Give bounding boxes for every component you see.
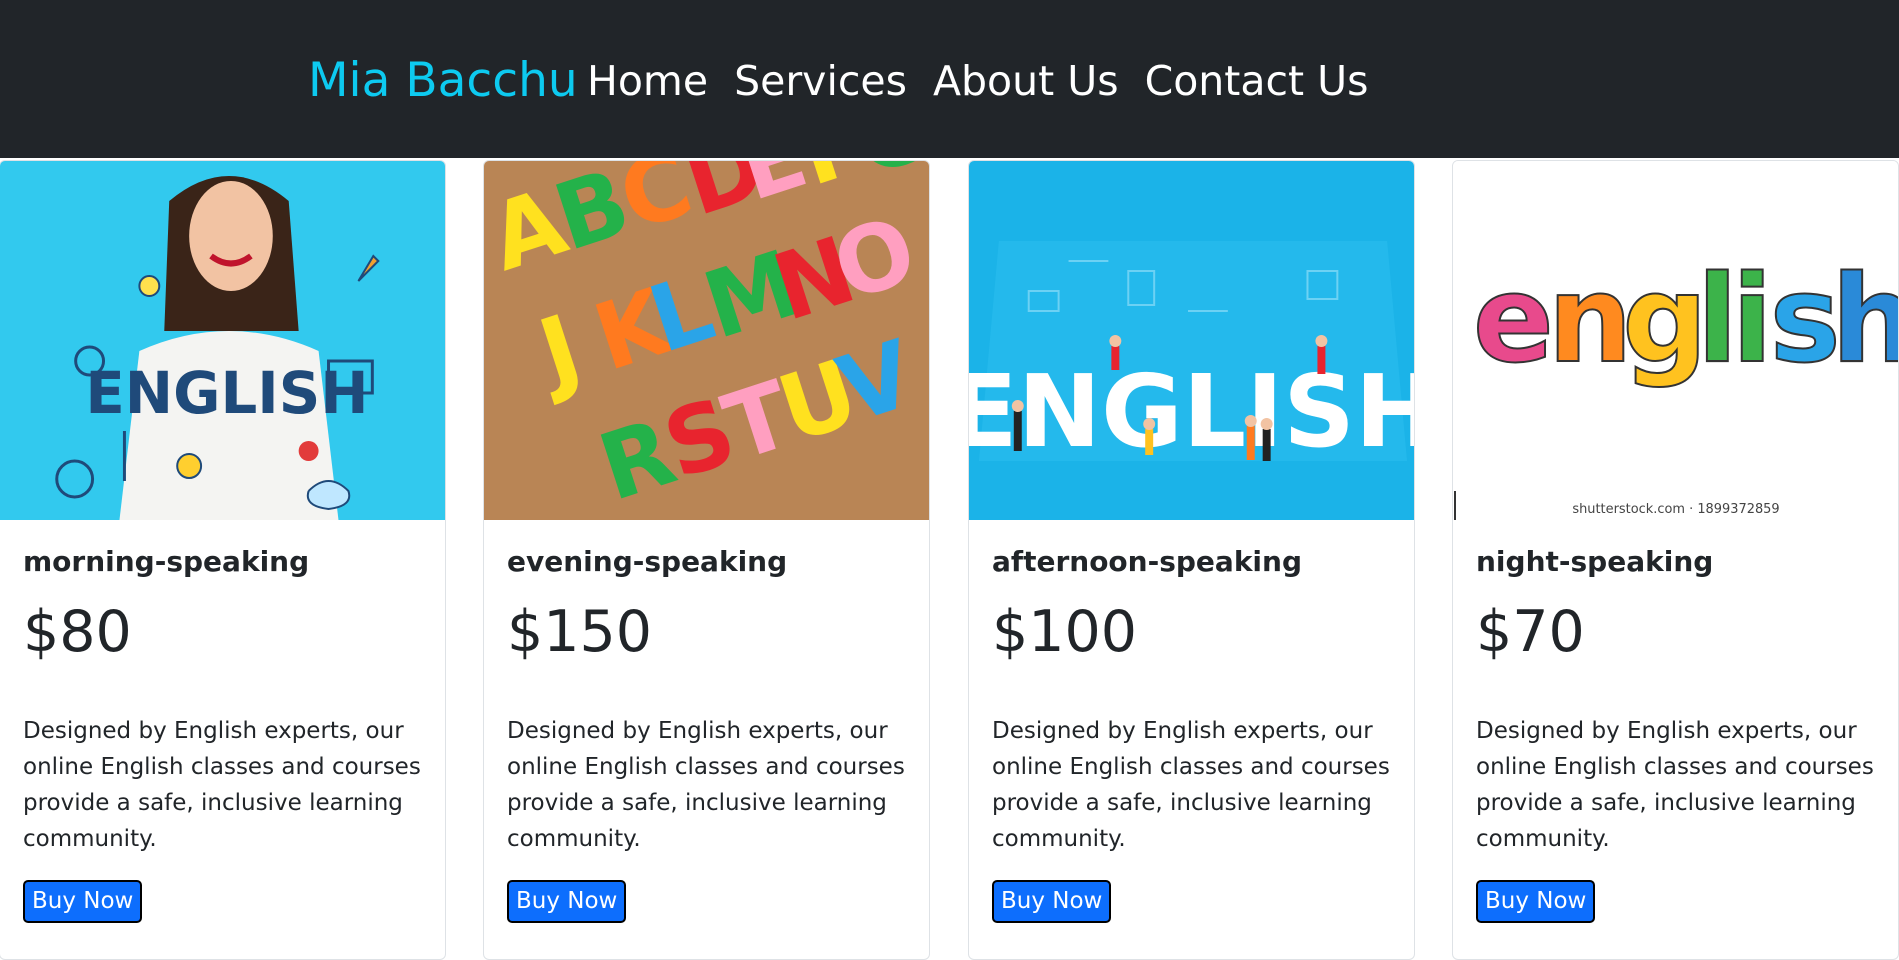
buy-now-button[interactable]: Buy Now [507, 880, 627, 923]
card-image-alphabet-letters: A B C D E F G J K L M N O R S T U V [484, 161, 929, 520]
buy-now-button[interactable]: Buy Now [1476, 880, 1596, 923]
card-image-text: ENGLISH [85, 359, 368, 427]
card-price: $150 [507, 599, 653, 665]
buy-now-button[interactable]: Buy Now [23, 880, 143, 923]
svg-text:e: e [1473, 251, 1554, 390]
service-card-night: e n g l i s h shutterstock.com · 1899372… [1452, 160, 1899, 960]
svg-text:s: s [1770, 251, 1841, 390]
svg-text:n: n [1548, 251, 1633, 390]
service-card-evening: A B C D E F G J K L M N O R S T U V even… [483, 160, 930, 960]
card-title: morning-speaking [23, 545, 310, 578]
card-price: $80 [23, 599, 132, 665]
english-colorful-letters: e n g l i s h [1472, 250, 1898, 391]
service-card-morning: ENGLISH morning-speaking $80 Designed by… [0, 160, 446, 960]
card-title: afternoon-speaking [992, 545, 1303, 578]
svg-text:i: i [1732, 251, 1773, 390]
card-image-english-people: ENGLISH [969, 161, 1414, 520]
card-title: evening-speaking [507, 545, 788, 578]
image-watermark-caption: shutterstock.com · 1899372859 [1572, 502, 1779, 517]
svg-text:g: g [1622, 251, 1708, 390]
card-price: $70 [1476, 599, 1585, 665]
buy-now-button[interactable]: Buy Now [992, 880, 1112, 923]
card-title: night-speaking [1476, 545, 1714, 578]
navbar: Mia Bacchu Home Services About Us Contac… [0, 0, 1899, 158]
card-image-woman-english: ENGLISH [0, 161, 445, 520]
card-price: $100 [992, 599, 1138, 665]
nav-link-home[interactable]: Home [587, 52, 708, 110]
card-image-text: ENGLISH [969, 353, 1414, 470]
brand-link[interactable]: Mia Bacchu [308, 52, 578, 110]
card-description: Designed by English experts, our online … [507, 718, 905, 852]
card-description: Designed by English experts, our online … [23, 718, 421, 852]
nav-link-services[interactable]: Services [734, 52, 907, 110]
nav-links: Home Services About Us Contact Us [587, 52, 1369, 110]
service-card-afternoon: ENGLISH afternoon-speaking $100 Designed… [968, 160, 1415, 960]
svg-text:h: h [1831, 251, 1898, 390]
card-description: Designed by English experts, our online … [992, 718, 1390, 852]
nav-link-contact-us[interactable]: Contact Us [1145, 52, 1369, 110]
card-image-colorful-english: e n g l i s h shutterstock.com · 1899372… [1453, 161, 1898, 520]
nav-link-about-us[interactable]: About Us [933, 52, 1119, 110]
card-description: Designed by English experts, our online … [1476, 718, 1874, 852]
